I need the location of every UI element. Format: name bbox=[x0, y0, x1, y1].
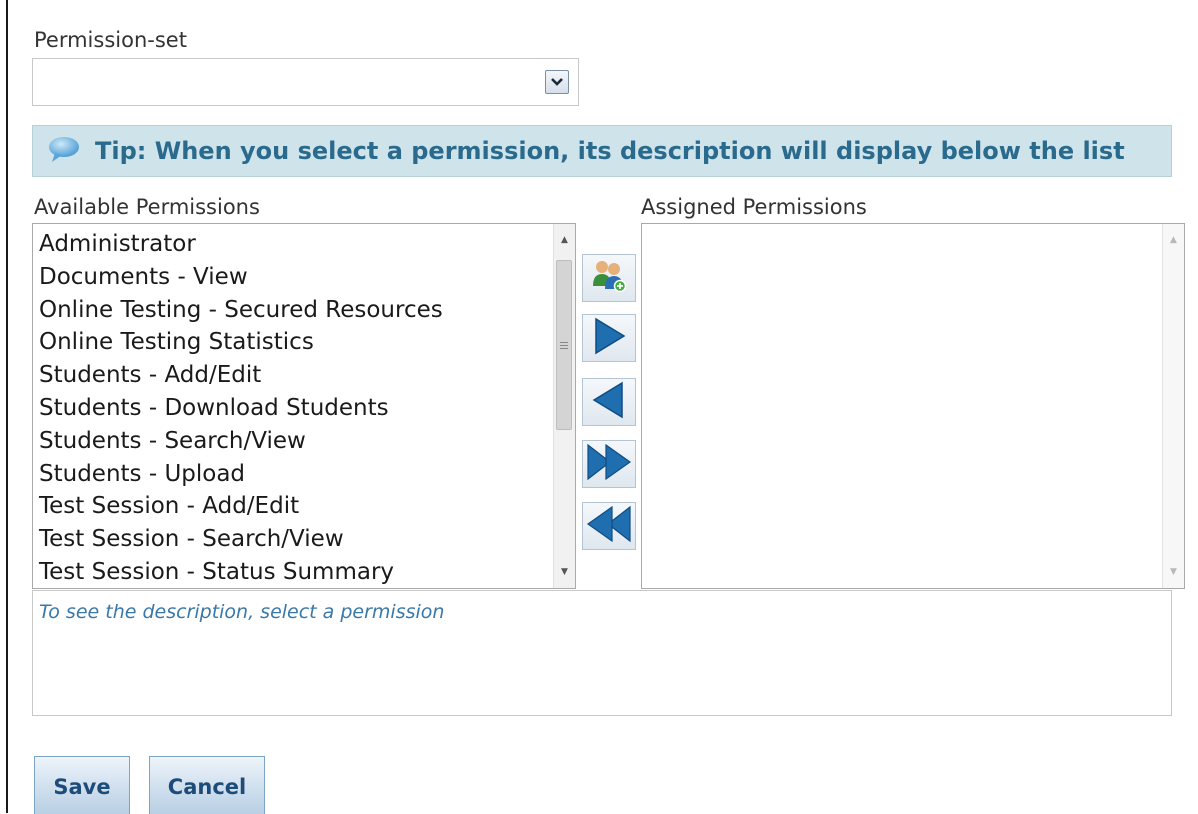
scroll-down-icon[interactable]: ▼ bbox=[554, 562, 575, 582]
list-item[interactable]: Online Testing Statistics bbox=[39, 326, 443, 359]
scroll-up-icon[interactable]: ▲ bbox=[554, 230, 575, 250]
tip-text: Tip: When you select a permission, its d… bbox=[95, 137, 1125, 165]
left-page-border bbox=[0, 0, 8, 813]
assign-role-button[interactable] bbox=[582, 254, 636, 302]
cancel-button[interactable]: Cancel bbox=[149, 756, 265, 814]
available-permissions-label: Available Permissions bbox=[34, 195, 260, 219]
scroll-up-icon[interactable]: ▲ bbox=[1163, 230, 1184, 250]
move-all-right-icon bbox=[586, 443, 632, 485]
list-item[interactable]: Test Session - Status Summary bbox=[39, 556, 443, 588]
list-item[interactable]: Test Session - Search/View bbox=[39, 523, 443, 556]
list-item[interactable]: Online Testing - Secured Resources bbox=[39, 294, 443, 327]
scrollbar-thumb[interactable] bbox=[556, 260, 572, 430]
permission-description-box: To see the description, select a permiss… bbox=[32, 590, 1172, 716]
move-left-icon bbox=[591, 381, 627, 423]
scroll-down-icon[interactable]: ▼ bbox=[1163, 562, 1184, 582]
list-item[interactable]: Students - Add/Edit bbox=[39, 359, 443, 392]
description-placeholder: To see the description, select a permiss… bbox=[39, 601, 445, 623]
list-item[interactable]: Documents - View bbox=[39, 261, 443, 294]
tip-banner: Tip: When you select a permission, its d… bbox=[32, 125, 1172, 177]
list-item[interactable]: Students - Download Students bbox=[39, 392, 443, 425]
list-item[interactable]: Test Session - Add/Edit bbox=[39, 490, 443, 523]
assigned-permissions-list[interactable]: ▲ ▼ bbox=[641, 223, 1185, 589]
assigned-list-scrollbar[interactable]: ▲ ▼ bbox=[1162, 224, 1184, 588]
move-right-button[interactable] bbox=[582, 314, 636, 362]
move-all-left-icon bbox=[586, 505, 632, 547]
available-permissions-list[interactable]: Administrator Documents - View Online Te… bbox=[32, 223, 576, 589]
move-all-right-button[interactable] bbox=[582, 440, 636, 488]
permission-set-select[interactable] bbox=[32, 58, 579, 106]
permission-set-label: Permission-set bbox=[34, 28, 187, 52]
save-button[interactable]: Save bbox=[34, 756, 130, 814]
list-item[interactable]: Administrator bbox=[39, 228, 443, 261]
move-right-icon bbox=[591, 317, 627, 359]
available-list-scrollbar[interactable]: ▲ ▼ bbox=[553, 224, 575, 588]
assigned-permissions-label: Assigned Permissions bbox=[641, 195, 867, 219]
move-all-left-button[interactable] bbox=[582, 502, 636, 550]
speech-bubble-icon bbox=[47, 135, 81, 167]
list-item[interactable]: Students - Search/View bbox=[39, 425, 443, 458]
move-left-button[interactable] bbox=[582, 378, 636, 426]
list-item[interactable]: Students - Upload bbox=[39, 458, 443, 491]
chevron-down-icon[interactable] bbox=[545, 70, 569, 94]
users-add-icon bbox=[589, 256, 629, 300]
